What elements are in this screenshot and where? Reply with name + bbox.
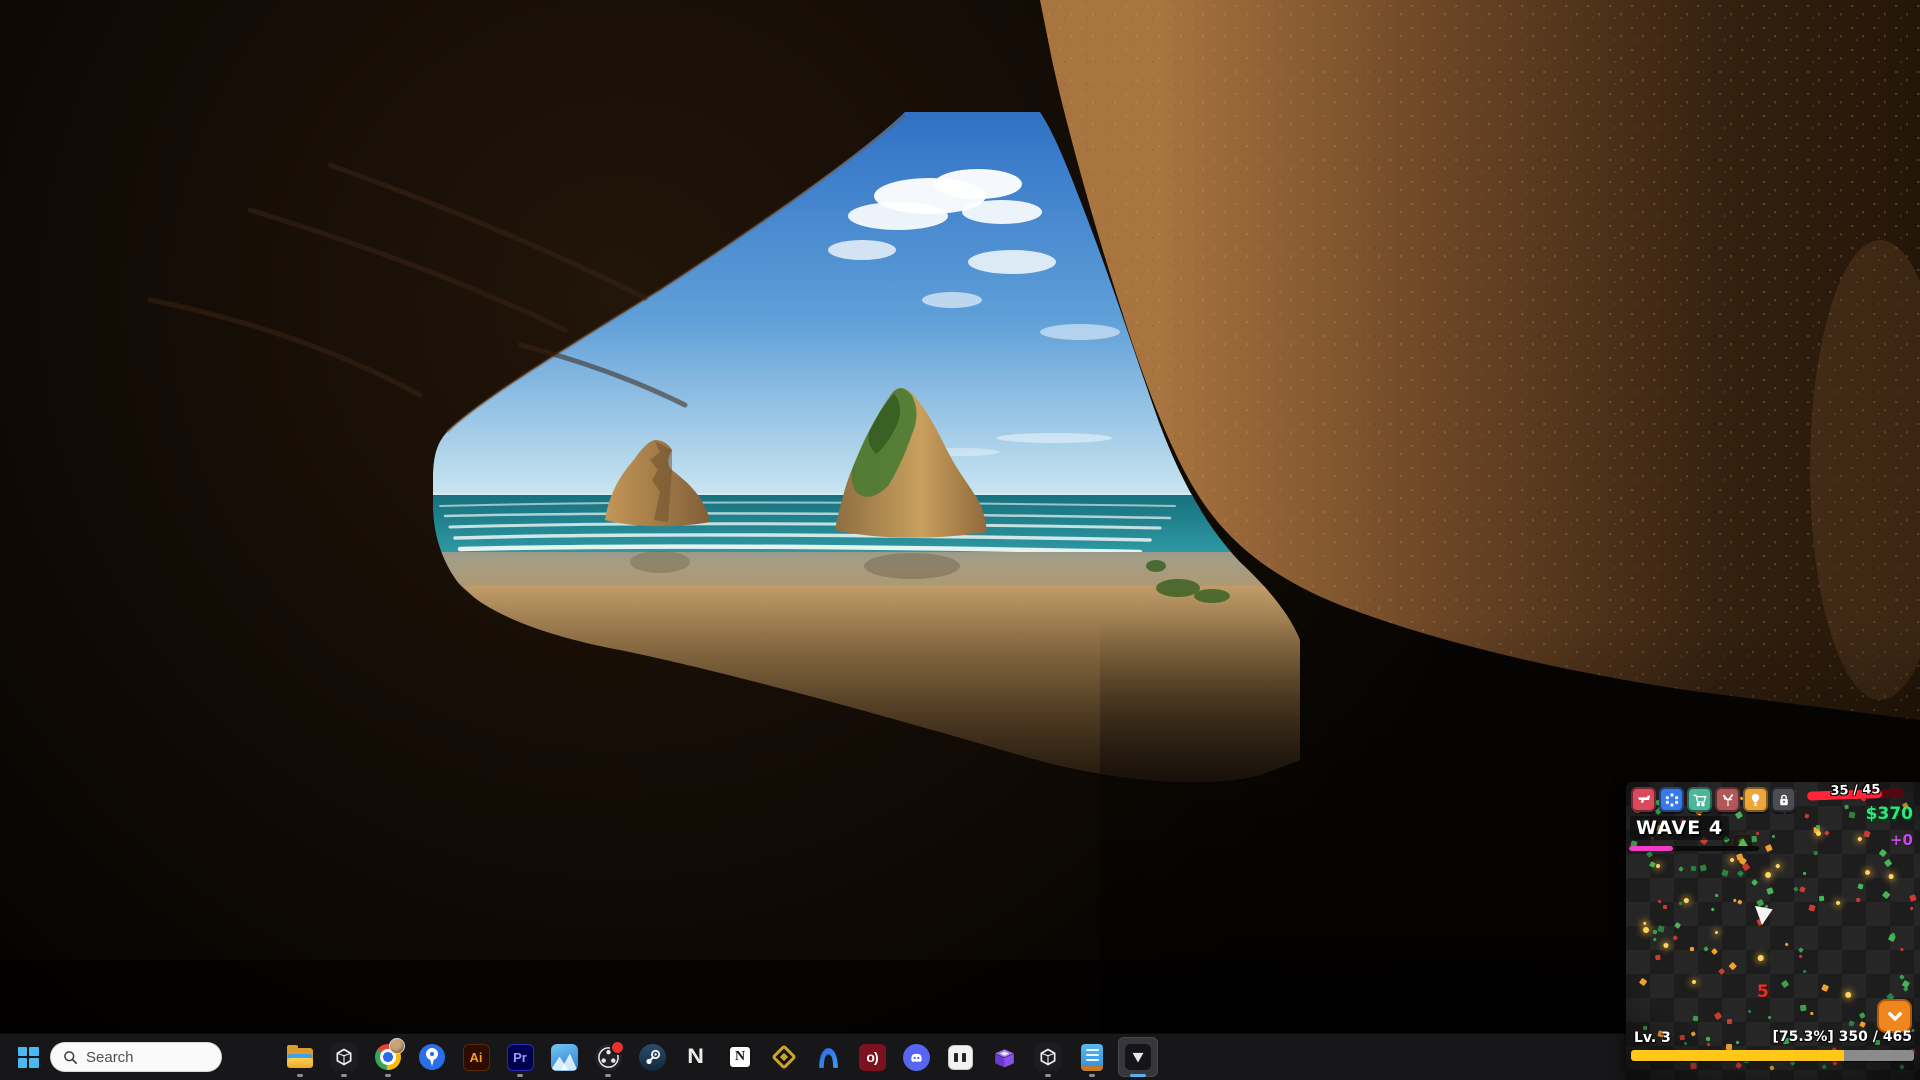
taskbar-unity-hub-2[interactable] [1026, 1034, 1070, 1080]
gold-diamond-icon [771, 1044, 796, 1069]
confirm-chevron-button[interactable] [1877, 999, 1912, 1033]
taskbar-file-explorer[interactable] [278, 1034, 322, 1080]
chrome-icon [375, 1044, 401, 1070]
locked-button[interactable] [1771, 787, 1796, 812]
orbs-button[interactable] [1659, 787, 1684, 812]
taskbar-n-logo-app[interactable]: N [674, 1034, 718, 1080]
wave-progress-fill [1629, 846, 1673, 851]
game-toolbar [1631, 787, 1796, 812]
taskbar-red-o-app[interactable]: o) [850, 1034, 894, 1080]
game-hud: 35 / 45 $370 +0 WAVE 4 5 Lv. 3 [75.3%] 3… [1626, 782, 1920, 1080]
illustrator-glyph: Ai [470, 1050, 483, 1065]
orb-ring-icon [1664, 792, 1680, 808]
taskbar-unity-hub[interactable] [322, 1034, 366, 1080]
bonus-counter: +0 [1890, 831, 1913, 849]
obs-notification-badge [610, 1040, 625, 1055]
premiere-glyph: Pr [513, 1050, 527, 1065]
discord-icon [903, 1044, 930, 1071]
start-button[interactable] [12, 1041, 44, 1073]
wave-direction-indicator [1734, 835, 1752, 849]
skill-button[interactable] [1715, 787, 1740, 812]
profile-avatar [389, 1038, 405, 1054]
taskbar-nordvpn[interactable] [806, 1034, 850, 1080]
taskbar-steam[interactable] [630, 1034, 674, 1080]
money-counter: $370 [1866, 804, 1913, 824]
taskbar-illustrator[interactable]: Ai [454, 1034, 498, 1080]
xp-label: [75.3%] 350 / 465 [1772, 1029, 1912, 1045]
taskbar-chrome[interactable] [366, 1034, 410, 1080]
ideas-button[interactable] [1743, 787, 1768, 812]
plug-outlet-icon [948, 1045, 973, 1070]
damage-number: 5 [1757, 982, 1769, 1002]
burst-icon [1720, 792, 1736, 808]
player-ship [1753, 905, 1773, 926]
gun-icon [1636, 792, 1652, 808]
unity-cube-icon [330, 1043, 358, 1071]
nordvpn-arch-icon [815, 1044, 842, 1071]
taskbar-discord[interactable] [894, 1034, 938, 1080]
chevron-down-icon [1886, 1007, 1904, 1025]
purple-open-box-icon [991, 1044, 1018, 1071]
file-explorer-icon [286, 1045, 314, 1069]
search-icon [63, 1050, 78, 1065]
windows-logo-icon [18, 1047, 39, 1068]
taskbar-photos[interactable] [542, 1034, 586, 1080]
taskbar-notion[interactable]: N [718, 1034, 762, 1080]
taskbar-plug-app[interactable] [938, 1034, 982, 1080]
n-logo-icon: N [688, 1045, 705, 1069]
xp-fill [1631, 1050, 1844, 1061]
taskbar-obs[interactable] [586, 1034, 630, 1080]
wave-label: WAVE 4 [1630, 816, 1729, 840]
taskbar-game-window[interactable] [1114, 1034, 1162, 1080]
taskbar-search[interactable]: Search [50, 1042, 222, 1072]
illustrator-icon: Ai [463, 1044, 490, 1071]
game-window-overlay[interactable]: 35 / 45 $370 +0 WAVE 4 5 Lv. 3 [75.3%] 3… [1626, 782, 1920, 1080]
notepad-icon [1081, 1044, 1103, 1071]
weapon-button[interactable] [1631, 787, 1656, 812]
taskbar-gold-diamond-app[interactable] [762, 1034, 806, 1080]
desktop: % [0, 0, 1920, 1080]
lock-icon [1777, 793, 1791, 807]
notion-icon: N [728, 1045, 752, 1069]
unity-cube-icon [1034, 1043, 1062, 1071]
lightbulb-icon [1748, 792, 1763, 807]
red-o-glyph: o) [866, 1049, 877, 1065]
taskbar-premiere[interactable]: Pr [498, 1034, 542, 1080]
game-triangle-icon [1125, 1044, 1151, 1070]
taskbar-notepad[interactable] [1070, 1034, 1114, 1080]
obs-icon [595, 1044, 622, 1071]
level-label: Lv. 3 [1634, 1030, 1671, 1046]
photos-mountains-icon [551, 1044, 578, 1071]
notion-glyph: N [735, 1049, 745, 1065]
red-o-icon: o) [859, 1044, 886, 1071]
taskbar-map-pin-app[interactable] [410, 1034, 454, 1080]
cart-icon [1692, 792, 1708, 808]
map-pin-icon [419, 1044, 445, 1070]
search-placeholder: Search [86, 1049, 134, 1066]
shop-button[interactable] [1687, 787, 1712, 812]
premiere-icon: Pr [507, 1044, 534, 1071]
xp-bar [1631, 1050, 1914, 1061]
taskbar-app-icons: Ai Pr [278, 1034, 1162, 1080]
steam-icon [639, 1044, 666, 1071]
taskbar-purple-box-app[interactable] [982, 1034, 1026, 1080]
up-arrow-icon [1738, 838, 1748, 846]
